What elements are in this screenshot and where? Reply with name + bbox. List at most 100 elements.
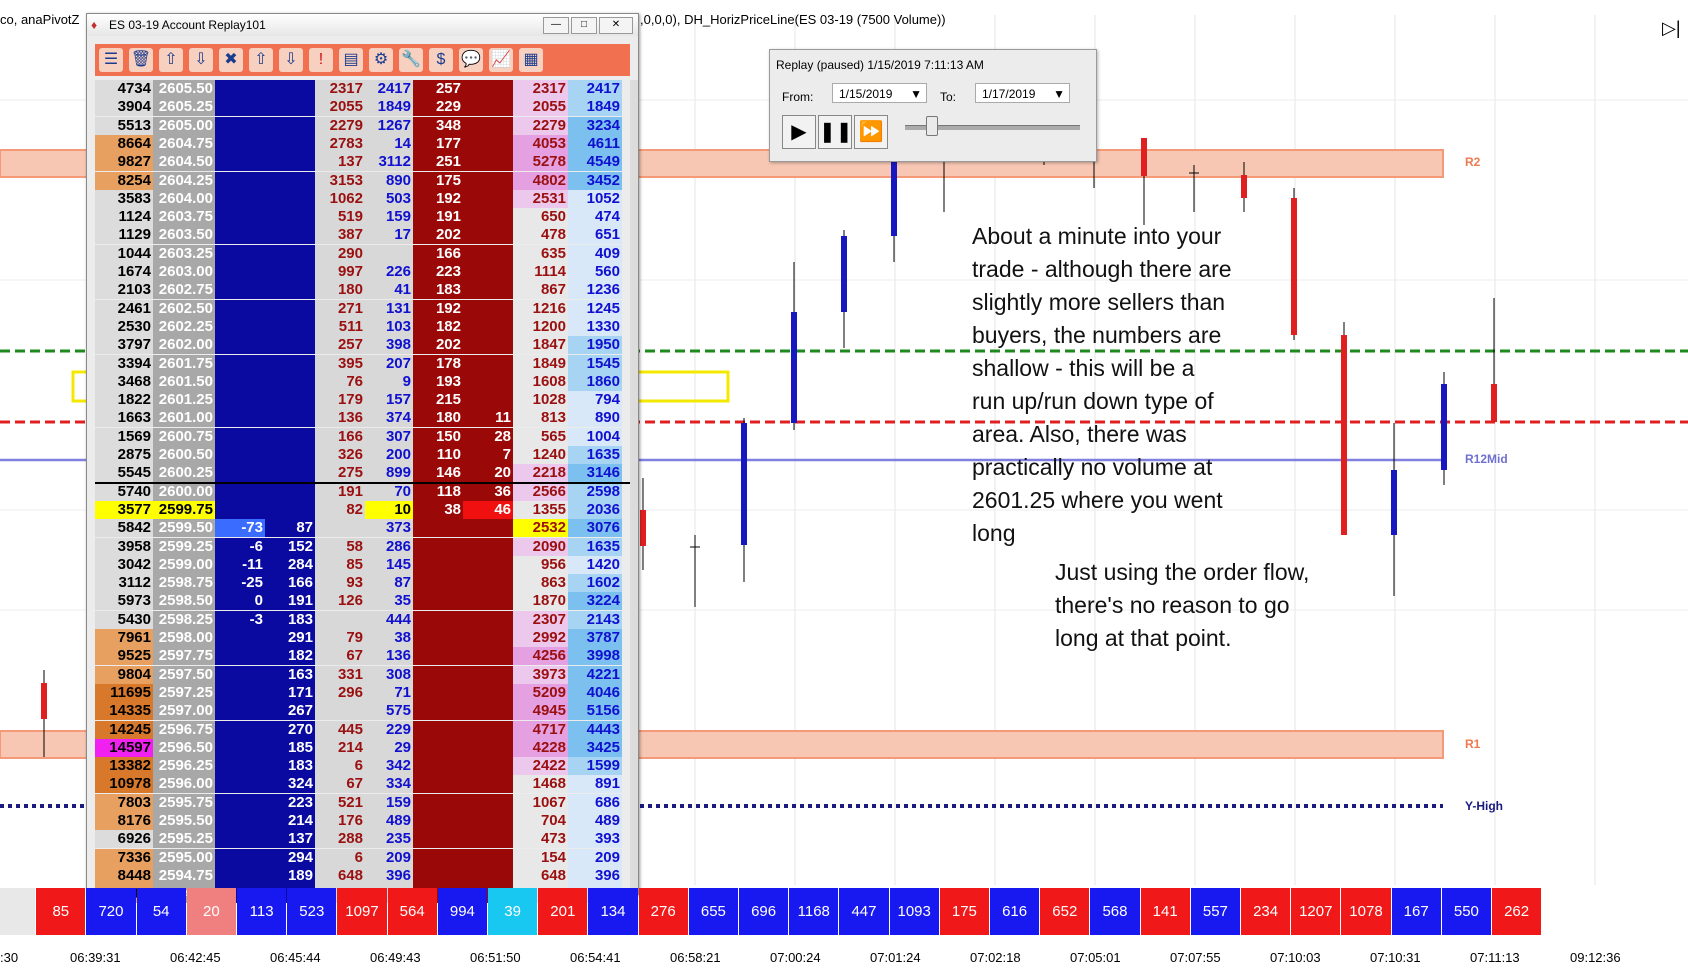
ladder-row[interactable]: 4734 2605.50 2317 2417 257 2317 2417 (95, 80, 630, 98)
ladder-row[interactable]: 1822 2601.25 179 157 215 1028 794 (95, 391, 630, 410)
ladder-cell-s1 (315, 702, 365, 721)
calendar-icon[interactable]: ▼ (910, 84, 922, 104)
ladder-row[interactable]: 9827 2604.50 137 3112 251 5278 4549 (95, 153, 630, 172)
trash-icon[interactable]: 🗑 (129, 48, 153, 72)
calendar-icon[interactable]: ▼ (1053, 84, 1065, 104)
ladder-row[interactable]: 3112 2598.75 -25 166 93 87 863 1602 (95, 574, 630, 593)
wrench-icon[interactable]: 🔧 (399, 48, 423, 72)
ladder-row[interactable]: 1044 2603.25 290 166 635 409 (95, 244, 630, 263)
ladder-row[interactable]: 1569 2600.75 166 307 150 28 565 1004 (95, 427, 630, 446)
ladder-row[interactable]: 3904 2605.25 2055 1849 229 2055 1849 (95, 98, 630, 117)
ladder-cell-r2: 3998 (568, 647, 622, 666)
ladder-row[interactable]: 1129 2603.50 387 17 202 478 651 (95, 226, 630, 245)
ladder-row[interactable]: 9525 2597.75 182 67 136 4256 3998 (95, 647, 630, 666)
cancel-orders-icon[interactable]: ✖ (219, 48, 243, 72)
ladder-row[interactable]: 2103 2602.75 180 41 183 867 1236 (95, 281, 630, 300)
ladder-row[interactable]: 3394 2601.75 395 207 178 1849 1545 (95, 354, 630, 373)
ladder-row[interactable]: 3958 2599.25 -6 152 58 286 2090 1635 (95, 537, 630, 556)
ladder-row[interactable]: 5842 2599.50 -73 87 373 2532 3076 (95, 519, 630, 538)
chart-icon[interactable]: 📈 (489, 48, 513, 72)
replay-window[interactable]: Replay (paused) 1/15/2019 7:11:13 AM Fro… (769, 49, 1097, 162)
dollar-icon[interactable]: $ (429, 48, 453, 72)
ladder-cell-r1: 704 (513, 812, 568, 830)
ladder-row[interactable]: 8254 2604.25 3153 890 175 4802 3452 (95, 171, 630, 190)
ladder-cell-bidsz: 284 (265, 555, 315, 574)
ladder-cell-bidsz: 152 (265, 537, 315, 556)
annotation-line: area. Also, there was (972, 421, 1187, 447)
ladder-cell-bid (215, 848, 265, 867)
document-icon[interactable]: ▤ (339, 48, 363, 72)
ladder-row[interactable]: 3797 2602.00 257 398 202 1847 1950 (95, 336, 630, 355)
ladder-cell-s1: 271 (315, 299, 365, 318)
ladder-cell-r2: 651 (568, 226, 622, 245)
ladder-cell-bid: -73 (215, 519, 265, 538)
ladder-cell-ask (413, 683, 463, 702)
pause-button[interactable]: ❚❚ (818, 115, 853, 149)
ladder-cell-price: 2602.00 (153, 336, 215, 355)
ladder-row[interactable]: 6926 2595.25 137 288 235 473 393 (95, 830, 630, 849)
ladder-scrollbar[interactable] (630, 80, 638, 904)
menu-icon[interactable]: ☰ (99, 48, 123, 72)
ladder-row[interactable]: 3042 2599.00 -11 284 85 145 956 1420 (95, 555, 630, 574)
ladder-row[interactable]: 7803 2595.75 223 521 159 1067 686 (95, 793, 630, 812)
ladder-row[interactable]: 2875 2600.50 326 200 110 7 1240 1635 (95, 446, 630, 464)
down-arrow-green-icon[interactable]: ⇩ (279, 48, 303, 72)
ladder-row[interactable]: 10978 2596.00 324 67 334 1468 891 (95, 775, 630, 794)
ladder-row[interactable]: 13382 2596.25 183 6 342 2422 1599 (95, 757, 630, 776)
ladder-cell-r2: 2598 (568, 482, 622, 501)
ladder-row[interactable]: 9804 2597.50 163 331 308 3973 4221 (95, 665, 630, 684)
ladder-titlebar[interactable]: ♦ ES 03-19 Account Replay101 — □ ✕ (87, 14, 638, 36)
ladder-cell-bid (215, 757, 265, 776)
minimize-button[interactable]: — (543, 17, 569, 34)
up-arrow-green-icon[interactable]: ⇧ (249, 48, 273, 72)
ladder-cell-s1: 519 (315, 208, 365, 227)
alert-icon[interactable]: ! (309, 48, 333, 72)
volume-cell: 20 (186, 888, 236, 935)
ladder-row[interactable]: 8176 2595.50 214 176 489 704 489 (95, 812, 630, 830)
maximize-button[interactable]: □ (571, 17, 597, 34)
ladder-row[interactable]: 5545 2600.25 275 899 146 20 2218 3146 (95, 464, 630, 483)
ladder-row[interactable]: 14245 2596.75 270 445 229 4717 4443 (95, 720, 630, 739)
ladder-row[interactable]: 1124 2603.75 519 159 191 650 474 (95, 208, 630, 227)
ladder-row[interactable]: 14335 2597.00 267 575 4945 5156 (95, 702, 630, 721)
chart-settings-icon[interactable]: ⚙ (369, 48, 393, 72)
close-button[interactable]: ✕ (599, 17, 633, 34)
ladder-row[interactable]: 3583 2604.00 1062 503 192 2531 1052 (95, 189, 630, 208)
ladder-row[interactable]: 8664 2604.75 2783 14 177 4053 4611 (95, 134, 630, 153)
ladder-row[interactable]: 11695 2597.25 171 296 71 5209 4046 (95, 683, 630, 702)
ladder-cell-vol: 2875 (95, 446, 153, 464)
chart-corner-icon[interactable]: ▷| (1662, 18, 1681, 39)
ladder-row[interactable]: 7336 2595.00 294 6 209 154 209 (95, 848, 630, 867)
arrow-down-icon[interactable]: ⇩ (189, 48, 213, 72)
ladder-row[interactable]: 2530 2602.25 511 103 182 1200 1330 (95, 317, 630, 336)
ladder-cell-bid (215, 738, 265, 757)
from-date-field[interactable]: 1/15/2019 ▼ (832, 83, 927, 103)
ladder-cell-bid (215, 299, 265, 318)
grid-icon[interactable]: ▦ (519, 48, 543, 72)
ladder-row[interactable]: 3468 2601.50 76 9 193 1608 1860 (95, 372, 630, 391)
price-ladder-window[interactable]: ♦ ES 03-19 Account Replay101 — □ ✕ ☰ 🗑 ⇧… (86, 13, 639, 904)
to-date-field[interactable]: 1/17/2019 ▼ (975, 83, 1070, 103)
ladder-row[interactable]: 7961 2598.00 291 79 38 2992 3787 (95, 629, 630, 647)
ladder-row[interactable]: 1674 2603.00 997 226 223 1114 560 (95, 263, 630, 281)
annotation-line: Just using the order flow, (1055, 559, 1310, 585)
ladder-row[interactable]: 14597 2596.50 185 214 29 4228 3425 (95, 738, 630, 757)
ladder-cell-r2: 1245 (568, 299, 622, 318)
ladder-cell-r2: 3146 (568, 464, 622, 483)
play-button[interactable]: ▶ (782, 115, 816, 149)
chat-icon[interactable]: 💬 (459, 48, 483, 72)
ladder-row[interactable]: 5973 2598.50 0 191 126 35 1870 3224 (95, 592, 630, 611)
ladder-row[interactable]: 5513 2605.00 2279 1267 348 2279 3234 (95, 116, 630, 135)
arrow-up-icon[interactable]: ⇧ (159, 48, 183, 72)
ladder-row[interactable]: 5740 2600.00 191 70 118 36 2566 2598 (95, 481, 630, 501)
ladder-row[interactable]: 3577 2599.75 82 10 38 46 1355 2036 (95, 500, 630, 519)
ladder-row[interactable]: 8448 2594.75 189 648 396 648 396 (95, 866, 630, 885)
fast-forward-button[interactable]: ⏩ (854, 115, 888, 149)
ladder-rows[interactable]: 4734 2605.50 2317 2417 257 2317 2417 3904 2605.2… (95, 80, 630, 904)
ladder-cell-r1: 2566 (513, 482, 568, 501)
ladder-cell-r2: 560 (568, 263, 622, 281)
ladder-row[interactable]: 2461 2602.50 271 131 192 1216 1245 (95, 299, 630, 318)
ladder-row[interactable]: 1663 2601.00 136 374 180 11 813 890 (95, 409, 630, 428)
replay-slider-thumb[interactable] (926, 116, 938, 136)
ladder-row[interactable]: 5430 2598.25 -3 183 444 2307 2143 (95, 610, 630, 629)
